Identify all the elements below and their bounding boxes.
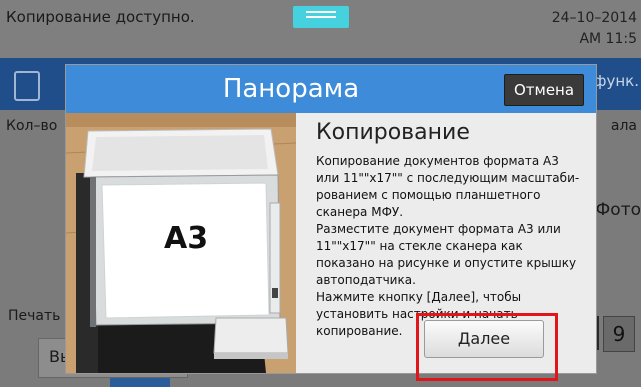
next-button-highlight xyxy=(416,313,558,381)
dialog-header: Панорама Отмена xyxy=(66,65,596,113)
background-bottom-bar xyxy=(110,378,170,387)
scanner-illustration: А3 xyxy=(66,113,296,373)
photo-label: Фото xyxy=(595,200,641,220)
document-icon[interactable] xyxy=(14,71,40,101)
pull-down-handle[interactable] xyxy=(293,6,349,28)
print-label: Печать xyxy=(8,308,61,324)
quantity-label: Кол–во xyxy=(6,118,58,134)
status-message: Копирование доступно. xyxy=(6,8,195,26)
body-paragraph-1: Копирование документов формата А3 или 11… xyxy=(316,154,580,219)
right-label: ала xyxy=(610,118,637,134)
functions-label[interactable]: функ. xyxy=(594,72,639,90)
cancel-button[interactable]: Отмена xyxy=(504,74,584,106)
status-datetime: 24–10–2014 AM 11:5 xyxy=(552,8,637,50)
dialog-body: Копирование документов формата А3 или 11… xyxy=(316,153,584,340)
copies-count: 9 xyxy=(603,316,635,352)
document-label: А3 xyxy=(164,221,209,256)
status-time: AM 11:5 xyxy=(579,31,637,47)
dialog-title: Панорама xyxy=(222,74,360,104)
status-date: 24–10–2014 xyxy=(551,10,637,26)
dialog-heading: Копирование xyxy=(316,120,470,145)
body-paragraph-2: Разместите документ формата А3 или 11""x… xyxy=(316,222,577,287)
